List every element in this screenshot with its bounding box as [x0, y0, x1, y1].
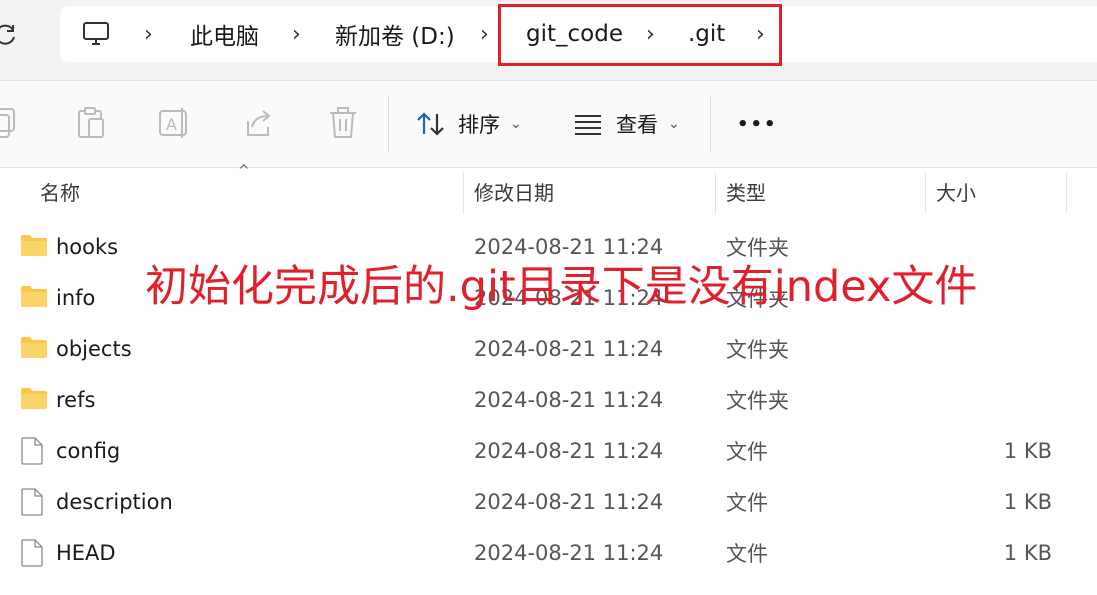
file-size: 1 KB: [1003, 540, 1052, 565]
breadcrumb-chevron-icon[interactable]: ›: [144, 6, 153, 62]
file-type: 文件夹: [726, 337, 789, 362]
file-name: hooks: [56, 234, 119, 259]
file-date: 2024-08-21 11:24: [474, 336, 664, 361]
annotation-text: 初始化完成后的.git目录下是没有index文件: [145, 262, 978, 312]
column-header-size[interactable]: 大小: [936, 168, 976, 214]
file-row[interactable]: refs 2024-08-21 11:24 文件夹: [0, 374, 1097, 425]
file-date: 2024-08-21 11:24: [474, 438, 664, 463]
chevron-down-icon: ⌄: [510, 116, 522, 132]
file-type: 文件夹: [726, 388, 789, 413]
file-icon: [20, 437, 48, 465]
file-size: 1 KB: [1003, 438, 1052, 463]
file-type: 文件: [726, 490, 768, 515]
toolbar-divider: [710, 95, 711, 153]
file-row[interactable]: HEAD 2024-08-21 11:24 文件 1 KB: [0, 527, 1097, 578]
folder-icon: [20, 335, 48, 361]
computer-icon[interactable]: [82, 20, 110, 52]
file-name: HEAD: [56, 540, 116, 565]
file-name: config: [56, 438, 121, 463]
sort-button[interactable]: 排序 ⌄: [416, 81, 522, 167]
view-icon: [574, 113, 602, 135]
breadcrumb-chevron-icon[interactable]: ›: [292, 6, 301, 62]
file-row[interactable]: config 2024-08-21 11:24 文件 1 KB: [0, 425, 1097, 476]
more-options-button[interactable]: •••: [737, 81, 778, 167]
column-separator[interactable]: [925, 172, 926, 214]
file-type: 文件: [726, 541, 768, 566]
rename-icon[interactable]: A: [158, 105, 192, 145]
file-name: info: [56, 285, 96, 310]
address-bar[interactable]: › 此电脑 › 新加卷 (D:) › git_code › .git ›: [60, 6, 1097, 62]
file-date: 2024-08-21 11:24: [474, 540, 664, 565]
breadcrumb-chevron-icon[interactable]: ›: [756, 6, 765, 62]
command-bar: A 排序 ⌄ 查看 ⌄ •••: [0, 81, 1097, 167]
file-date: 2024-08-21 11:24: [474, 489, 664, 514]
file-row[interactable]: objects 2024-08-21 11:24 文件夹: [0, 323, 1097, 374]
column-header-type[interactable]: 类型: [726, 168, 766, 214]
file-type: 文件: [726, 439, 768, 464]
svg-text:A: A: [166, 115, 177, 134]
sort-icon: [416, 111, 446, 137]
chevron-down-icon: ⌄: [668, 116, 680, 132]
file-icon: [20, 539, 48, 567]
file-row[interactable]: description 2024-08-21 11:24 文件 1 KB: [0, 476, 1097, 527]
breadcrumb-git[interactable]: .git: [688, 6, 725, 62]
column-separator[interactable]: [715, 172, 716, 214]
folder-icon: [20, 284, 48, 310]
delete-icon[interactable]: [327, 105, 359, 145]
file-name: objects: [56, 336, 132, 361]
breadcrumb-this-pc[interactable]: 此电脑: [190, 6, 259, 62]
file-name: refs: [56, 387, 96, 412]
breadcrumb-git-code[interactable]: git_code: [526, 6, 623, 62]
view-button[interactable]: 查看 ⌄: [574, 81, 680, 167]
refresh-icon[interactable]: [0, 18, 20, 52]
column-header-date[interactable]: 修改日期: [474, 168, 554, 214]
view-label: 查看: [616, 113, 658, 137]
column-separator[interactable]: [463, 172, 464, 214]
column-separator[interactable]: [1066, 172, 1067, 214]
folder-icon: [20, 386, 48, 412]
address-bar-area: › 此电脑 › 新加卷 (D:) › git_code › .git ›: [0, 0, 1097, 80]
file-date: 2024-08-21 11:24: [474, 387, 664, 412]
file-size: 1 KB: [1003, 489, 1052, 514]
sort-label: 排序: [458, 113, 500, 137]
breadcrumb-drive-d[interactable]: 新加卷 (D:): [335, 6, 455, 62]
breadcrumb-chevron-icon[interactable]: ›: [480, 6, 489, 62]
file-icon: [20, 488, 48, 516]
share-icon[interactable]: [242, 105, 276, 145]
column-header-name[interactable]: 名称: [40, 168, 80, 214]
file-name: description: [56, 489, 173, 514]
copy-icon[interactable]: [0, 105, 20, 145]
breadcrumb-chevron-icon[interactable]: ›: [646, 6, 655, 62]
folder-icon: [20, 233, 48, 259]
paste-icon[interactable]: [76, 105, 108, 145]
toolbar-divider: [388, 95, 389, 153]
sort-ascending-icon: ^: [238, 163, 250, 179]
